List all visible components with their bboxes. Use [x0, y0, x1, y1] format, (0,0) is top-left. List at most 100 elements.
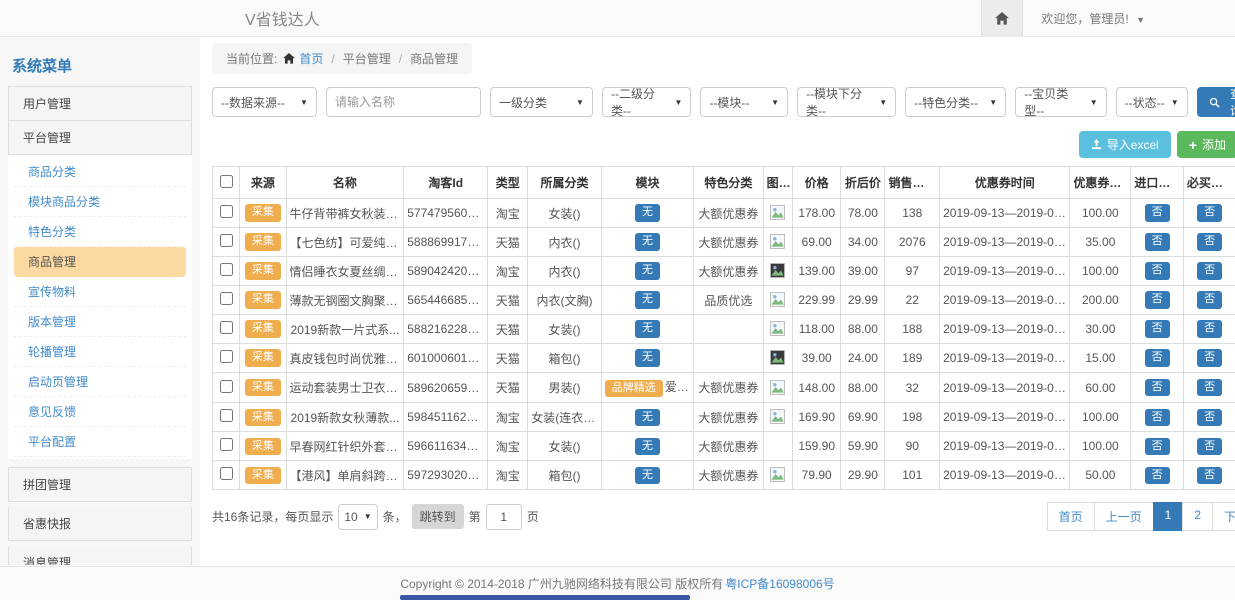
top-header: V省钱达人 欢迎您，管理员! ▼ [0, 0, 1235, 37]
import-select-toggle[interactable]: 否 [1145, 467, 1170, 484]
import-select-toggle[interactable]: 否 [1145, 379, 1170, 396]
sales-count: 101 [885, 461, 940, 490]
import-excel-button[interactable]: 导入excel [1079, 131, 1171, 158]
app-title: V省钱达人 [245, 6, 320, 30]
module-subcategory-select[interactable]: --模块下分类--▼ [797, 87, 896, 117]
coupon-time: 2019-09-13—2019-09-17 [940, 199, 1070, 228]
must-buy-toggle[interactable]: 否 [1197, 409, 1222, 426]
feature-category-select[interactable]: --特色分类--▼ [905, 87, 1006, 117]
data-source-select[interactable]: --数据来源--▼ [212, 87, 317, 117]
must-buy-toggle[interactable]: 否 [1197, 349, 1222, 366]
must-buy-toggle[interactable]: 否 [1197, 291, 1222, 308]
row-checkbox[interactable] [220, 438, 233, 451]
import-select-toggle[interactable]: 否 [1145, 204, 1170, 221]
sidebar-item[interactable]: 启动页管理 [14, 367, 186, 397]
select-all-checkbox[interactable] [220, 175, 233, 188]
sidebar-item[interactable]: 轮播管理 [14, 337, 186, 367]
row-checkbox[interactable] [220, 205, 233, 218]
import-select-toggle[interactable]: 否 [1145, 262, 1170, 279]
row-checkbox[interactable] [220, 263, 233, 276]
col-sales: 销售数量 [885, 167, 940, 199]
sidebar-item[interactable]: 版本管理 [14, 307, 186, 337]
coupon-amount: 30.00 [1070, 315, 1131, 344]
home-button[interactable] [981, 0, 1023, 36]
sidebar-group[interactable]: 消息管理 [8, 546, 192, 565]
product-table-body: 采集牛仔背带裤女秋装减龄...577479560965淘宝女装()无大额优惠券1… [213, 199, 1235, 490]
discount-price: 59.90 [841, 432, 885, 461]
must-buy-toggle[interactable]: 否 [1197, 467, 1222, 484]
product-module: 无 [601, 199, 693, 228]
must-buy-toggle[interactable]: 否 [1197, 379, 1222, 396]
sidebar-item[interactable]: 宣传物料 [14, 277, 186, 307]
item-type-select[interactable]: --宝贝类型--▼ [1015, 87, 1106, 117]
sidebar-item[interactable]: 平台配置 [14, 427, 186, 457]
sidebar-item[interactable]: 意见反馈 [14, 397, 186, 427]
page-button[interactable]: 上一页 [1094, 502, 1154, 531]
jump-button[interactable]: 跳转到 [412, 504, 464, 529]
level1-category-select[interactable]: 一级分类▼ [490, 87, 593, 117]
icp-link[interactable]: 粤ICP备16098006号 [725, 575, 834, 592]
chevron-down-icon: ▼ [364, 512, 372, 521]
page-button[interactable]: 2 [1182, 502, 1213, 531]
row-checkbox[interactable] [220, 409, 233, 422]
taoke-id: 588869917501 [404, 228, 488, 257]
import-select-toggle[interactable]: 否 [1145, 320, 1170, 337]
must-buy-toggle[interactable]: 否 [1197, 204, 1222, 221]
row-checkbox[interactable] [220, 321, 233, 334]
must-buy-toggle[interactable]: 否 [1197, 262, 1222, 279]
import-select-toggle[interactable]: 否 [1145, 409, 1170, 426]
sidebar-group-platform[interactable]: 平台管理 [8, 121, 192, 155]
product-thumbnail [770, 292, 786, 308]
page-number-input[interactable] [486, 504, 522, 530]
import-select-toggle[interactable]: 否 [1145, 349, 1170, 366]
row-checkbox[interactable] [220, 380, 233, 393]
import-select-toggle[interactable]: 否 [1145, 233, 1170, 250]
product-module: 无 [601, 461, 693, 490]
coupon-amount: 35.00 [1070, 228, 1131, 257]
product-thumbnail [770, 409, 786, 425]
feature-category: 大额优惠券 [694, 373, 763, 403]
user-menu[interactable]: 欢迎您，管理员! ▼ [1023, 10, 1235, 27]
add-button-label: 添加 [1202, 136, 1226, 153]
sidebar-item[interactable]: 商品管理 [14, 247, 186, 277]
must-buy-toggle[interactable]: 否 [1197, 320, 1222, 337]
sidebar-group-label: 用户管理 [23, 97, 71, 111]
sidebar-item[interactable]: 商品分类 [14, 157, 186, 187]
search-button[interactable]: 查询 [1197, 87, 1235, 117]
product-name: 【港风】单肩斜跨链条... [286, 461, 404, 490]
horizontal-scrollbar-thumb[interactable] [400, 595, 690, 600]
source-badge: 采集 [245, 262, 281, 279]
row-checkbox[interactable] [220, 467, 233, 480]
module-badge: 无 [635, 409, 660, 426]
sidebar-group-users[interactable]: 用户管理 [8, 86, 192, 121]
must-buy-toggle[interactable]: 否 [1197, 438, 1222, 455]
select-value: --宝贝类型-- [1024, 85, 1084, 119]
page-button[interactable]: 1 [1153, 502, 1184, 531]
sidebar-group[interactable]: 省惠快报 [8, 507, 192, 541]
coupon-amount: 100.00 [1070, 257, 1131, 286]
row-checkbox[interactable] [220, 292, 233, 305]
product-name: 2019新款一片式系... [286, 315, 404, 344]
page-button[interactable]: 首页 [1047, 502, 1095, 531]
import-select-toggle[interactable]: 否 [1145, 438, 1170, 455]
add-button[interactable]: + 添加 [1177, 131, 1235, 158]
record-count-text: 共16条记录，每页显示 [212, 508, 333, 525]
module-select[interactable]: --模块--▼ [700, 87, 788, 117]
level2-category-select[interactable]: --二级分类--▼ [602, 87, 691, 117]
breadcrumb-home-link[interactable]: 首页 [299, 50, 323, 67]
product-module: 无 [601, 228, 693, 257]
page-button[interactable]: 下一页 [1212, 502, 1235, 531]
sidebar-item[interactable]: 特色分类 [14, 217, 186, 247]
row-checkbox[interactable] [220, 350, 233, 363]
table-row: 采集2019新款女秋薄款...598451162391淘宝女装(连衣裙)无大额优… [213, 403, 1235, 432]
must-buy-toggle[interactable]: 否 [1197, 233, 1222, 250]
module-badge: 无 [635, 291, 660, 308]
import-select-toggle[interactable]: 否 [1145, 291, 1170, 308]
per-page-select[interactable]: 10▼ [338, 504, 377, 530]
row-checkbox[interactable] [220, 234, 233, 247]
status-select[interactable]: --状态--▼ [1116, 87, 1188, 117]
sidebar-item[interactable]: 模块商品分类 [14, 187, 186, 217]
sidebar-group[interactable]: 拼团管理 [8, 467, 192, 502]
name-search-input[interactable] [326, 87, 481, 117]
product-name: 真皮钱包时尚优雅女士... [286, 344, 404, 373]
